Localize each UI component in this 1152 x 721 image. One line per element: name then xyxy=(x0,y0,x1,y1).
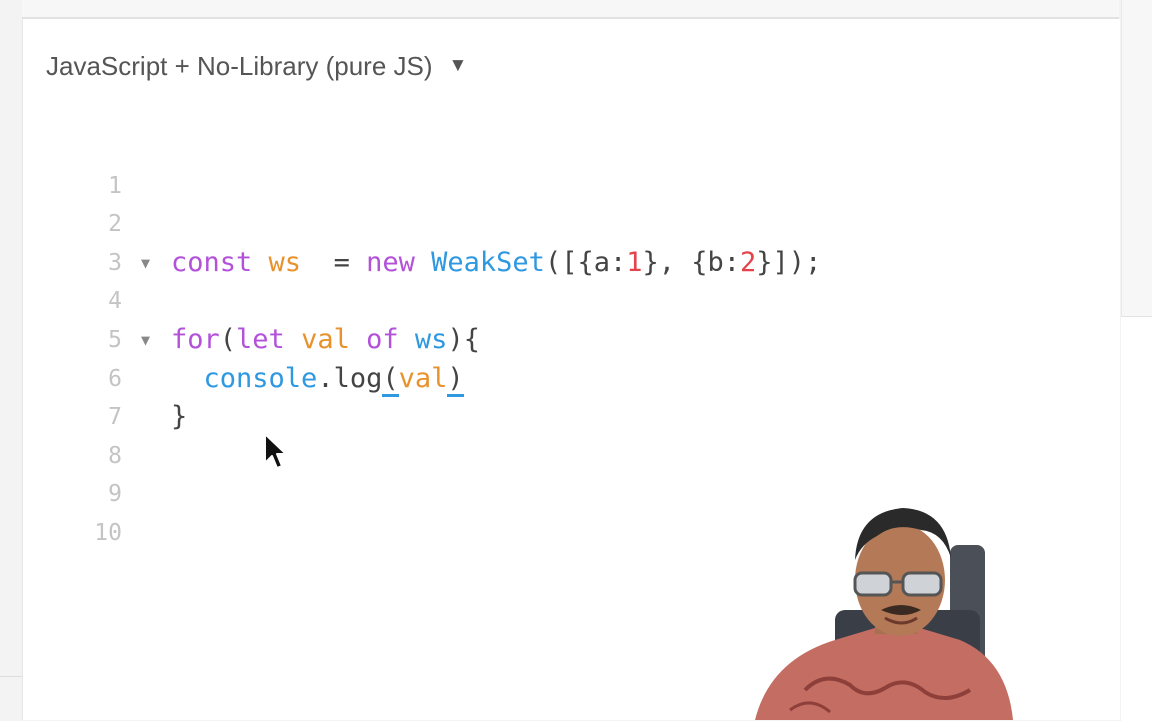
token-keyword: const xyxy=(171,246,253,278)
token-punctuation: } xyxy=(171,401,188,433)
code-line: 6 ▼ for(let val of ws){ xyxy=(80,321,480,392)
language-label: JavaScript + No-Library (pure JS) xyxy=(46,50,433,81)
dropdown-arrow-icon[interactable]: ▼ xyxy=(449,55,468,77)
mouse-pointer-icon xyxy=(264,433,287,469)
token-punctuation: ([{a: xyxy=(544,246,627,278)
code-line: 2 xyxy=(80,167,145,237)
code-text: const ws = new WeakSet([{a:1}, {b:2}]); xyxy=(171,244,821,283)
token-bracket-match: ( xyxy=(382,362,399,397)
token-class: WeakSet xyxy=(431,246,545,278)
token-variable: ws xyxy=(414,323,448,355)
token-keyword: for xyxy=(171,323,220,355)
language-selector[interactable]: JavaScript + No-Library (pure JS) ▼ xyxy=(46,48,467,84)
token-keyword: of xyxy=(366,323,399,355)
token-variable: val xyxy=(398,362,448,394)
token-keyword: new xyxy=(366,246,415,278)
code-line: 8 } xyxy=(80,398,187,469)
left-divider xyxy=(0,676,22,677)
fold-toggle-icon[interactable]: ▼ xyxy=(141,244,150,283)
token-punctuation: . xyxy=(317,362,334,394)
code-editor[interactable]: 1 2 3 4 ▼ const ws = new WeakSet([{a:1},… xyxy=(80,128,821,546)
right-panel-lower xyxy=(1121,316,1152,721)
token-keyword: let xyxy=(236,323,285,355)
code-line: 10 xyxy=(80,475,145,546)
token-number: 1 xyxy=(626,246,643,278)
line-number: 10 xyxy=(94,519,122,546)
code-line: 3 xyxy=(80,205,145,276)
code-text: for(let val of ws){ xyxy=(171,321,480,360)
token-number: 2 xyxy=(740,246,757,278)
token-punctuation: }]); xyxy=(756,246,822,278)
token-method: log xyxy=(333,362,383,394)
code-line: 4 ▼ const ws = new WeakSet([{a:1}, {b:2}… xyxy=(80,244,821,315)
token-variable: ws xyxy=(268,246,302,278)
token-bracket-match: ) xyxy=(447,362,464,397)
token-punctuation: ){ xyxy=(447,323,480,355)
token-punctuation: }, {b: xyxy=(642,246,741,278)
top-toolbar-strip xyxy=(22,0,1119,19)
code-text: } xyxy=(171,398,187,437)
fold-toggle-icon[interactable]: ▼ xyxy=(141,321,150,360)
code-text: console.log(val) xyxy=(171,360,464,399)
code-line: 1 xyxy=(80,128,145,199)
code-line: 9 xyxy=(80,437,145,507)
token-operator: = xyxy=(301,246,367,278)
token-variable: val xyxy=(301,323,350,355)
code-line: 5 xyxy=(80,282,145,353)
code-line: 7 console.log(val) xyxy=(80,360,464,430)
token-object: console xyxy=(203,362,318,394)
token-punctuation: ( xyxy=(219,323,237,355)
presenter-webcam-image xyxy=(755,508,1013,720)
